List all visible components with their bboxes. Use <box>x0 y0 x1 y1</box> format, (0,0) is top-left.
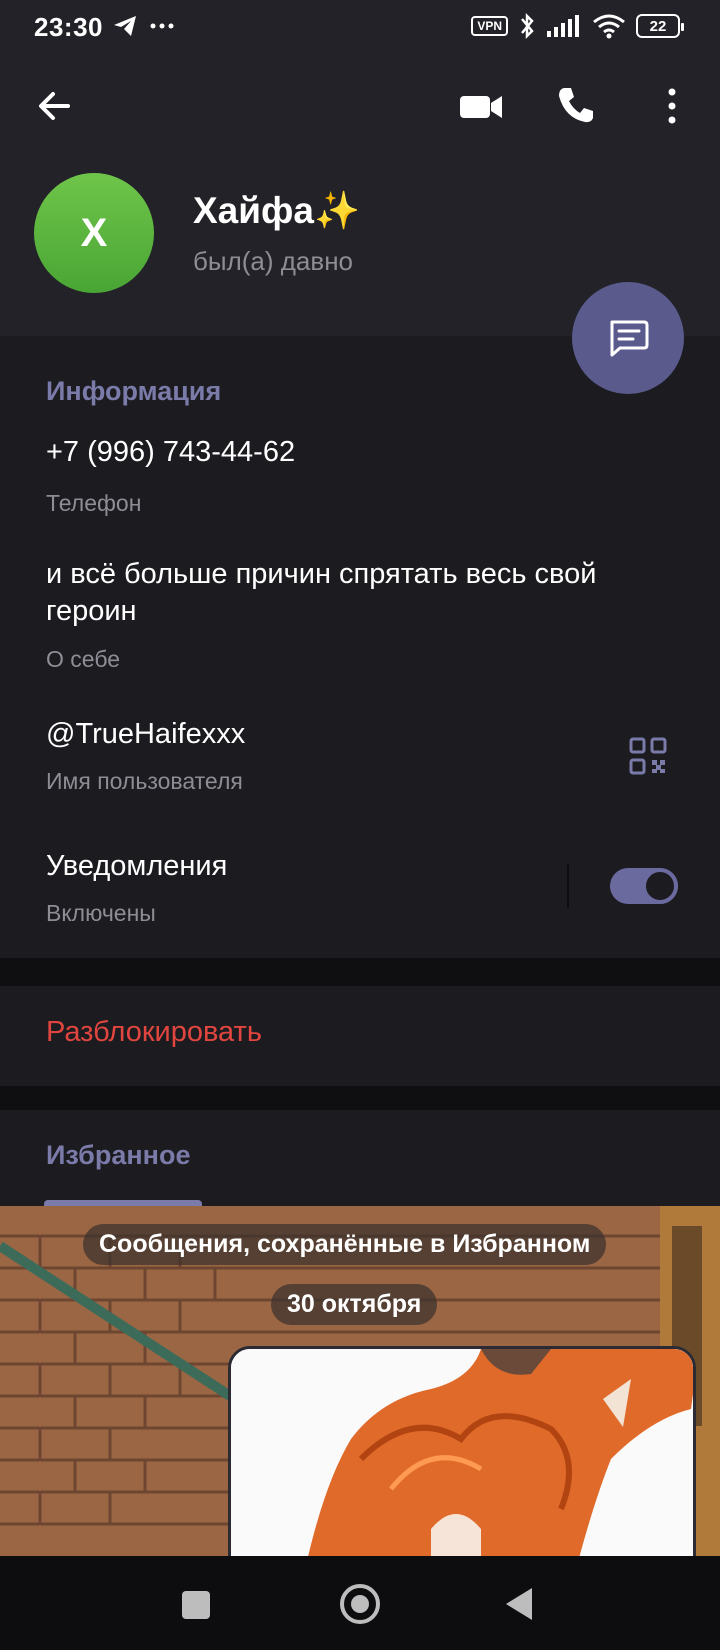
contact-status: был(а) давно <box>193 246 354 276</box>
back-arrow-icon[interactable] <box>34 86 74 126</box>
phone-value[interactable]: +7 (996) 743-44-62 <box>46 434 295 471</box>
info-section: Информация +7 (996) 743-44-62 Телефон и … <box>0 336 720 958</box>
more-vertical-icon[interactable] <box>660 86 684 126</box>
contact-name-text: Хайфа <box>193 190 314 231</box>
system-back-button[interactable] <box>506 1588 532 1620</box>
date-badge: 30 октября <box>271 1284 438 1325</box>
sparkles-emoji: ✨ <box>313 190 361 231</box>
more-dots-icon <box>150 23 174 29</box>
bio-value[interactable]: и всё больше причин спрятать весь свой г… <box>46 556 676 630</box>
notifications-toggle[interactable] <box>610 868 678 904</box>
telegram-icon <box>114 16 136 36</box>
vertical-divider <box>567 864 569 908</box>
signal-icon <box>547 15 579 37</box>
contact-name: Хайфа✨ <box>193 190 360 233</box>
video-camera-icon[interactable] <box>458 86 504 126</box>
status-time: 23:30 <box>34 12 103 42</box>
anime-character-image <box>231 1349 693 1556</box>
bio-label: О себе <box>46 646 121 672</box>
saved-messages-preview[interactable]: Сообщения, сохранённые в Избранном 30 ок… <box>0 1206 720 1556</box>
message-button[interactable] <box>572 282 684 394</box>
section-gap <box>0 1086 720 1110</box>
saved-image-message[interactable] <box>228 1346 696 1556</box>
system-nav-bar <box>0 1556 720 1650</box>
section-gap <box>0 958 720 986</box>
unblock-section: Разблокировать <box>0 986 720 1086</box>
home-button[interactable] <box>340 1584 380 1624</box>
notifications-value[interactable]: Уведомления <box>46 848 227 885</box>
username-value[interactable]: @TrueHaifexxx <box>46 716 245 753</box>
tab-favorites[interactable]: Избранное <box>46 1140 190 1171</box>
avatar[interactable]: Х <box>34 173 154 293</box>
message-icon <box>610 320 649 357</box>
phone-label: Телефон <box>46 490 142 516</box>
qr-code-icon[interactable] <box>628 736 668 776</box>
wifi-icon <box>593 14 625 39</box>
unblock-button[interactable]: Разблокировать <box>46 1016 262 1049</box>
notifications-label: Включены <box>46 900 156 926</box>
phone-icon[interactable] <box>555 84 597 126</box>
favorites-tab-bar: Избранное <box>0 1110 720 1206</box>
battery-indicator: 22 <box>636 14 684 38</box>
username-label: Имя пользователя <box>46 768 243 794</box>
vpn-badge: VPN <box>471 16 508 36</box>
status-bar: 23:30 VPN 22 <box>0 0 720 56</box>
saved-messages-banner: Сообщения, сохранённые в Избранном <box>83 1224 607 1265</box>
toggle-knob <box>642 868 678 904</box>
recent-apps-button[interactable] <box>182 1591 210 1619</box>
info-section-title: Информация <box>46 376 222 406</box>
bluetooth-icon <box>521 12 534 40</box>
